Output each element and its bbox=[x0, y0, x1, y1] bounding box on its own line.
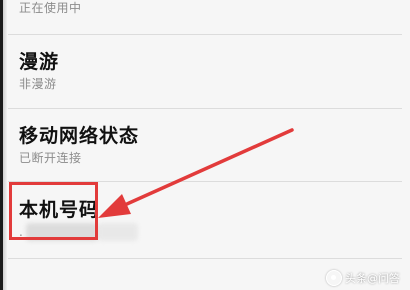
divider bbox=[8, 34, 402, 35]
watermark: 头条@问答 bbox=[326, 270, 400, 286]
divider bbox=[8, 108, 402, 109]
status-item-in-use[interactable]: 正在使用中 bbox=[19, 0, 82, 16]
highlight-box bbox=[9, 182, 98, 240]
watermark-text: 头条@问答 bbox=[345, 272, 400, 285]
status-item-roaming[interactable]: 漫游 非漫游 bbox=[19, 50, 59, 92]
divider bbox=[8, 258, 402, 259]
status-item-mobile-network-label: 移动网络状态 bbox=[19, 125, 140, 147]
watermark-logo-icon bbox=[326, 270, 342, 286]
status-item-in-use-value: 正在使用中 bbox=[19, 1, 82, 15]
status-item-mobile-network-value: 已断开连接 bbox=[19, 151, 82, 165]
status-item-roaming-value: 非漫游 bbox=[19, 77, 57, 91]
screen-edge bbox=[0, 0, 7, 290]
status-item-mobile-network[interactable]: 移动网络状态 已断开连接 bbox=[19, 124, 139, 166]
status-item-roaming-label: 漫游 bbox=[19, 51, 60, 73]
redacted-phone-number-tail bbox=[98, 223, 138, 241]
